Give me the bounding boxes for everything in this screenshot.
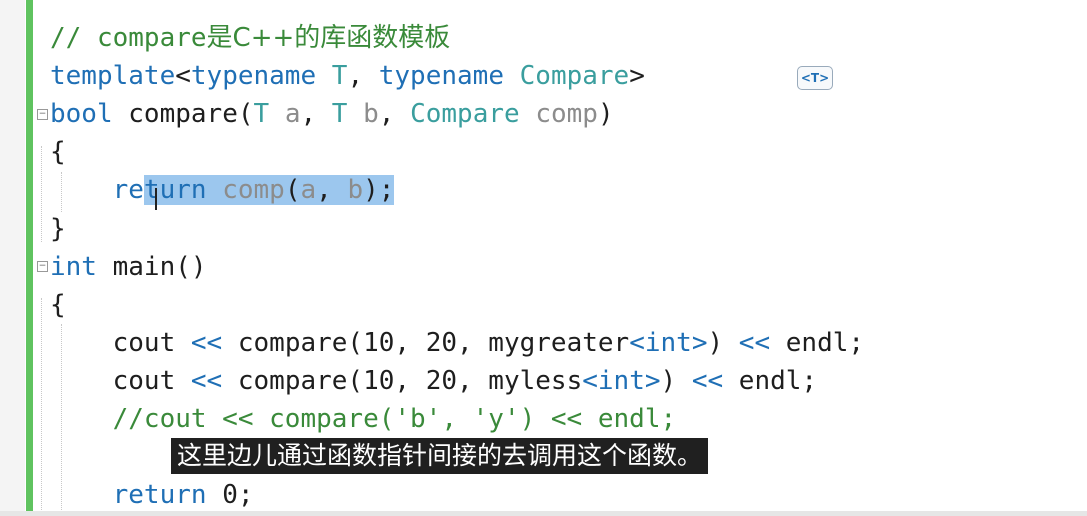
code-token: b: [347, 175, 364, 206]
code-line[interactable]: int main(): [50, 248, 207, 286]
code-line[interactable]: template<typename T, typename Compare>: [50, 57, 645, 95]
code-token: comp: [222, 175, 285, 206]
code-token: 0;: [206, 480, 254, 511]
code-token: <<: [691, 365, 724, 396]
change-indicator-bar: [26, 0, 33, 516]
code-line[interactable]: //cout << compare('b', 'y') << endl;: [50, 400, 677, 438]
indent-guide-line: [61, 324, 62, 514]
code-token: template: [50, 61, 176, 92]
text-cursor-icon: [155, 188, 157, 210]
code-token: cout: [50, 365, 191, 396]
code-token: <: [175, 61, 191, 92]
code-token: <<: [190, 365, 223, 396]
code-token: >: [629, 61, 645, 92]
indent-guide-line: [61, 172, 62, 212]
code-token: 是C++的库函数模板: [206, 23, 451, 53]
code-token: //cout << compare('b', 'y') << endl;: [50, 404, 677, 434]
code-token: ,: [300, 99, 332, 130]
code-token: cout: [50, 327, 191, 358]
code-token: endl;: [723, 365, 818, 396]
code-line[interactable]: bool compare(T a, T b, Compare comp): [50, 95, 614, 133]
code-token: ,: [378, 99, 411, 130]
fold-toggle-icon[interactable]: [37, 261, 48, 272]
code-token: [206, 175, 223, 206]
code-line[interactable]: cout << compare(10, 20, mygreater<int>) …: [50, 324, 864, 362]
code-token: >: [691, 327, 708, 358]
code-token: re: [50, 175, 144, 206]
code-token: typename: [190, 61, 317, 92]
code-token: compare(10, 20, mygreater: [222, 327, 630, 358]
code-token: );: [363, 175, 395, 206]
code-token: T: [253, 99, 270, 130]
code-token: ,: [316, 175, 348, 206]
code-token: endl;: [770, 327, 865, 358]
code-line[interactable]: }: [50, 210, 66, 248]
code-line[interactable]: {: [50, 133, 66, 171]
code-line[interactable]: return 0;: [50, 476, 254, 514]
code-token: int: [50, 251, 97, 282]
code-token: turn: [143, 175, 207, 206]
code-token: ): [597, 99, 614, 130]
bottom-divider: [0, 511, 1087, 516]
code-token: a: [300, 175, 317, 206]
code-token: typename: [378, 61, 504, 92]
code-token: {: [50, 289, 66, 320]
code-token: compare(: [112, 99, 254, 130]
code-token: a: [284, 99, 301, 130]
code-token: ): [707, 327, 739, 358]
code-token: // compare: [50, 23, 207, 53]
code-token: <<: [190, 327, 223, 358]
code-token: Compare: [519, 61, 630, 92]
brace-guide-line: [41, 298, 42, 514]
code-line[interactable]: // compare是C++的库函数模板: [50, 19, 450, 57]
code-line[interactable]: {: [50, 286, 66, 324]
code-token: Compare: [410, 99, 520, 130]
code-token: bool: [50, 99, 113, 130]
code-token: {: [50, 137, 66, 168]
code-token: return: [50, 480, 207, 511]
code-token: <: [582, 365, 598, 396]
brace-guide-line: [41, 146, 42, 242]
code-token: ,: [347, 61, 379, 92]
code-token: main(): [96, 251, 207, 282]
code-token: <<: [738, 327, 771, 358]
code-token: compare(10, 20, myless: [222, 365, 583, 396]
editor-gutter: [0, 0, 25, 516]
code-token: <: [629, 327, 645, 358]
fold-toggle-icon[interactable]: [37, 109, 48, 120]
code-line[interactable]: return comp(a, b);: [50, 171, 395, 209]
video-subtitle: 这里边儿通过函数指针间接的去调用这个函数。: [171, 438, 709, 474]
code-token: comp: [535, 99, 598, 130]
code-token: (: [284, 175, 301, 206]
template-hint-badge[interactable]: <T>: [797, 66, 833, 90]
code-token: }: [50, 213, 66, 244]
code-token: T: [331, 61, 348, 92]
code-token: >: [644, 365, 661, 396]
code-token: int: [597, 365, 645, 396]
code-line[interactable]: cout << compare(10, 20, myless<int>) << …: [50, 362, 817, 400]
code-token: int: [644, 327, 692, 358]
code-token: ): [660, 365, 692, 396]
code-token: T: [331, 99, 348, 130]
code-token: b: [363, 99, 379, 130]
